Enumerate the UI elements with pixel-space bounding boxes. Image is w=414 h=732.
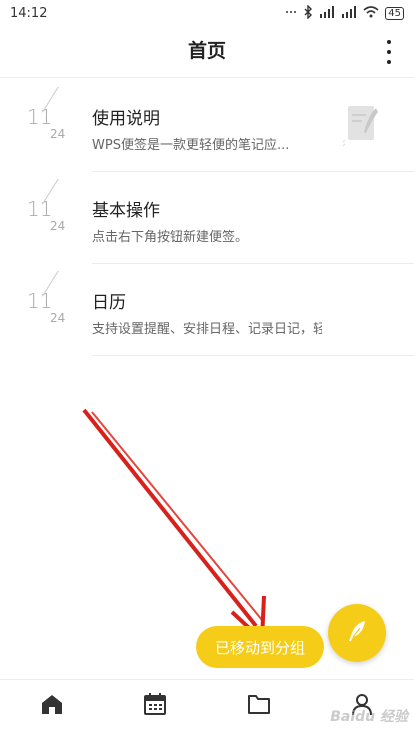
note-date-month: 24 <box>50 127 66 141</box>
toast-message: 已移动到分组 <box>196 626 324 668</box>
note-date-day: 11 <box>27 289 53 313</box>
more-dot-icon <box>387 60 391 64</box>
note-list: 11 24 使用说明 WPS便签是一款更轻便的笔记应... 11 24 基本操作… <box>0 80 414 356</box>
wifi-icon <box>363 5 379 21</box>
calendar-icon <box>143 692 167 720</box>
feather-icon <box>344 618 370 648</box>
signal-icon-2 <box>341 5 357 21</box>
status-time: 14:12 <box>10 5 48 21</box>
folder-icon <box>247 693 271 719</box>
nav-calendar[interactable] <box>104 680 208 732</box>
note-date-month: 24 <box>50 311 66 325</box>
note-date-day: 11 <box>27 105 53 129</box>
more-dot-icon <box>387 50 391 54</box>
note-preview: 点击右下角按钮新建便签。 <box>92 230 249 245</box>
divider <box>92 355 414 356</box>
note-title: 日历 <box>92 293 126 313</box>
note-title: 基本操作 <box>92 201 160 221</box>
note-preview: WPS便签是一款更轻便的笔记应... <box>92 138 290 153</box>
note-item[interactable]: 11 24 基本操作 点击右下角按钮新建便签。 <box>0 172 414 264</box>
note-date-month: 24 <box>50 219 66 233</box>
note-preview: 支持设置提醒、安排日程、记录日记，轻松... <box>92 322 322 337</box>
mute-icon <box>285 6 297 21</box>
battery-icon: 45 <box>385 6 404 20</box>
home-icon <box>40 693 64 719</box>
status-icons: 45 <box>285 3 404 22</box>
nav-folder[interactable] <box>207 680 311 732</box>
note-thumbnail-icon <box>340 102 382 148</box>
note-title: 使用说明 <box>92 109 160 129</box>
nav-home[interactable] <box>0 680 104 732</box>
more-menu-button[interactable] <box>384 40 394 64</box>
more-dot-icon <box>387 40 391 44</box>
bluetooth-icon <box>303 3 313 22</box>
signal-icon <box>319 5 335 21</box>
status-bar: 14:12 45 <box>0 0 414 26</box>
page-title: 首页 <box>187 40 226 62</box>
new-note-button[interactable] <box>328 604 386 662</box>
watermark: Baidu 经验 <box>330 709 408 725</box>
app-header: 首页 <box>0 26 414 78</box>
note-date-day: 11 <box>27 197 53 221</box>
note-item[interactable]: 11 24 日历 支持设置提醒、安排日程、记录日记，轻松... <box>0 264 414 356</box>
note-item[interactable]: 11 24 使用说明 WPS便签是一款更轻便的笔记应... <box>0 80 414 172</box>
